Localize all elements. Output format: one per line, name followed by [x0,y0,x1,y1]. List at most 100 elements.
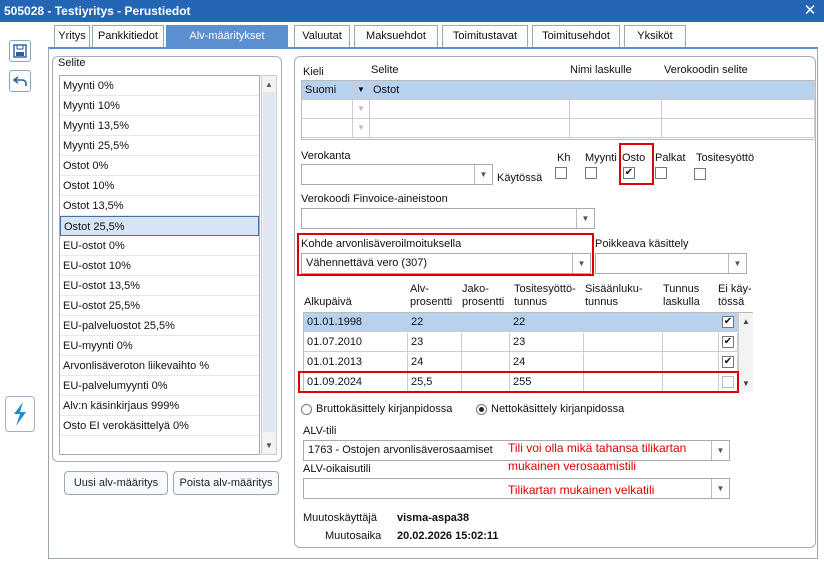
back-icon[interactable] [9,70,31,92]
rate-jako-cell[interactable] [462,313,510,332]
rate-alv-cell[interactable]: 22 [408,313,462,332]
lang-cell[interactable] [302,119,353,138]
ei-kaytossa-checkbox[interactable]: ✔ [722,316,734,328]
tab-yritys[interactable]: Yritys [54,25,90,47]
list-item[interactable]: Ostot 13,5% [60,196,259,216]
rate-tun-cell[interactable] [663,313,719,332]
scroll-up-icon[interactable]: ▲ [742,317,750,326]
nimi-cell[interactable] [570,119,662,138]
rate-sis-cell[interactable] [584,353,663,372]
tab-toimitusehdot[interactable]: Toimitusehdot [532,25,620,47]
lang-cell[interactable]: Suomi [302,81,353,100]
rate-tun-cell[interactable] [663,373,719,392]
palkat-checkbox[interactable] [655,167,667,179]
rate-sis-cell[interactable] [584,313,663,332]
rate-date-cell[interactable]: 01.07.2010 [304,333,408,352]
tab-alv-maaritykset[interactable]: Alv-määritykset [166,25,288,47]
chevron-down-icon[interactable]: ▼ [353,119,370,138]
rates-scrollbar[interactable]: ▲ ▼ [738,313,753,392]
rate-jako-cell[interactable] [462,333,510,352]
verokanta-dropdown[interactable]: ▼ [301,164,493,185]
rate-alv-cell[interactable]: 24 [408,353,462,372]
list-item[interactable]: Myynti 13,5% [60,116,259,136]
delete-vat-definition-button[interactable]: Poista alv-määritys [173,471,279,495]
rate-ei-cell: ✔ [719,353,738,372]
scroll-down-icon[interactable]: ▼ [265,441,273,450]
tab-toimitustavat[interactable]: Toimitustavat [442,25,528,47]
scroll-down-icon[interactable]: ▼ [742,379,750,388]
rate-alv-cell[interactable]: 25,5 [408,373,462,392]
myynti-checkbox[interactable] [585,167,597,179]
rate-alv-cell[interactable]: 23 [408,333,462,352]
rate-tos-cell[interactable]: 255 [510,373,584,392]
rate-date-cell[interactable]: 01.09.2024 [304,373,408,392]
list-item[interactable]: Alv:n käsinkirjaus 999% [60,396,259,416]
save-icon[interactable] [9,40,31,62]
ei-kaytossa-checkbox[interactable]: ✔ [722,356,734,368]
nimi-cell[interactable] [570,81,662,100]
tab-maksuehdot[interactable]: Maksuehdot [354,25,438,47]
osto-label: Osto [622,152,646,164]
brutto-radio[interactable] [301,404,312,415]
rate-jako-cell[interactable] [462,353,510,372]
col-tun-2: laskulla [663,296,700,308]
finvoice-dropdown[interactable]: ▼ [301,208,595,229]
rate-tun-cell[interactable] [663,333,719,352]
selite-cell[interactable]: Ostot [370,81,570,100]
visma-app-icon[interactable] [5,396,35,432]
list-item[interactable]: Arvonlisäveroton liikevaihto % [60,356,259,376]
list-item[interactable]: EU-palveluostot 25,5% [60,316,259,336]
selite-cell[interactable] [370,119,570,138]
scroll-thumb[interactable] [263,92,275,432]
verokoodi-cell[interactable] [662,100,815,119]
rate-tos-cell[interactable]: 24 [510,353,584,372]
col-sis-2: tunnus [585,296,619,308]
list-item[interactable]: Ostot 0% [60,156,259,176]
ei-kaytossa-checkbox[interactable]: ✔ [722,336,734,348]
list-item[interactable]: Myynti 10% [60,96,259,116]
rate-tos-cell[interactable]: 23 [510,333,584,352]
tab-yksikot[interactable]: Yksiköt [624,25,686,47]
lang-cell[interactable] [302,100,353,119]
verokoodi-cell[interactable] [662,119,815,138]
chevron-down-icon[interactable]: ▼ [353,81,370,100]
list-item[interactable]: EU-palvelumyynti 0% [60,376,259,396]
rate-sis-cell[interactable] [584,333,663,352]
list-item[interactable]: EU-ostot 10% [60,256,259,276]
selite-cell[interactable] [370,100,570,119]
list-item[interactable]: EU-myynti 0% [60,336,259,356]
rate-tos-cell[interactable]: 22 [510,313,584,332]
kohde-dropdown[interactable]: Vähennettävä vero (307) ▼ [301,253,591,274]
close-icon[interactable]: ✕ [802,0,818,22]
add-vat-definition-button[interactable]: Uusi alv-määritys [64,471,168,495]
list-item[interactable]: EU-ostot 25,5% [60,296,259,316]
verokoodi-cell[interactable] [662,81,815,100]
col-kieli: Kieli [303,66,324,78]
netto-radio[interactable] [476,404,487,415]
list-scrollbar[interactable]: ▲ ▼ [261,75,277,455]
tositesyotto-checkbox[interactable] [694,168,706,180]
list-item[interactable]: EU-ostot 0% [60,236,259,256]
list-item[interactable]: EU-ostot 13,5% [60,276,259,296]
osto-checkbox[interactable]: ✔ [623,167,635,179]
list-item[interactable]: Myynti 0% [60,76,259,96]
rate-sis-cell[interactable] [584,373,663,392]
list-item[interactable]: Ostot 25,5% [60,216,259,236]
nimi-cell[interactable] [570,100,662,119]
rate-tun-cell[interactable] [663,353,719,372]
language-grid: Suomi ▼ Ostot ▼ ▼ [301,80,816,140]
tab-pankkitiedot[interactable]: Pankkitiedot [92,25,164,47]
list-item[interactable]: Myynti 25,5% [60,136,259,156]
poikkeava-dropdown[interactable]: ▼ [595,253,747,274]
list-item[interactable]: Osto EI verokäsittelyä 0% [60,416,259,436]
chevron-down-icon[interactable]: ▼ [353,100,370,119]
ei-kaytossa-checkbox[interactable] [722,376,734,388]
palkat-label: Palkat [655,152,686,164]
rate-date-cell[interactable]: 01.01.1998 [304,313,408,332]
rate-date-cell[interactable]: 01.01.2013 [304,353,408,372]
list-item[interactable]: Ostot 10% [60,176,259,196]
tab-valuutat[interactable]: Valuutat [294,25,350,47]
scroll-up-icon[interactable]: ▲ [265,80,273,89]
rate-jako-cell[interactable] [462,373,510,392]
kh-checkbox[interactable] [555,167,567,179]
